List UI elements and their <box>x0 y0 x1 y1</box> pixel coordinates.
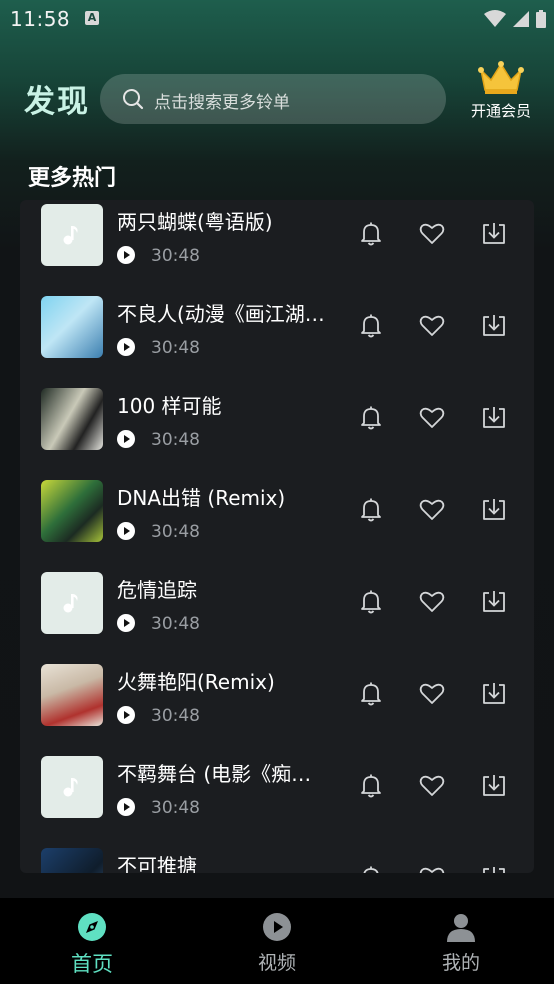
song-row[interactable]: 两只蝴蝶(粤语版) 30:48 <box>20 200 534 292</box>
album-cover <box>41 572 103 634</box>
album-cover <box>41 664 103 726</box>
music-note-icon <box>63 778 78 797</box>
download-icon[interactable] <box>479 494 509 524</box>
play-icon[interactable] <box>117 614 135 632</box>
song-duration: 30:48 <box>151 522 200 542</box>
search-bar[interactable]: 点击搜索更多铃单 <box>100 74 446 124</box>
play-icon[interactable] <box>117 430 135 448</box>
compass-icon <box>78 913 106 941</box>
album-cover <box>41 848 103 873</box>
song-row[interactable]: 不可推搪30:48 <box>20 844 534 873</box>
song-row[interactable]: 100 样可能 30:48 <box>20 384 534 476</box>
bell-icon[interactable] <box>356 494 386 524</box>
bell-icon[interactable] <box>356 862 386 873</box>
album-cover <box>41 204 103 266</box>
song-duration: 30:48 <box>151 798 200 818</box>
download-icon[interactable] <box>479 678 509 708</box>
heart-icon[interactable] <box>417 218 447 248</box>
music-note-icon <box>63 594 78 613</box>
song-duration: 30:48 <box>151 246 200 266</box>
bottom-tab-bar: 首页 视频 我的 <box>0 898 554 984</box>
notification-icon: A <box>85 11 99 25</box>
song-list[interactable]: 两只蝴蝶(粤语版) 30:48 不良人(动漫《画江湖… 30:48 100 样可能 30:… <box>20 200 534 873</box>
profile-icon <box>447 914 475 942</box>
heart-icon[interactable] <box>417 310 447 340</box>
song-duration: 30:48 <box>151 614 200 634</box>
heart-icon[interactable] <box>417 494 447 524</box>
search-icon <box>123 89 144 110</box>
song-title: DNA出错 (Remix) <box>117 486 286 510</box>
bell-icon[interactable] <box>356 678 386 708</box>
heart-icon[interactable] <box>417 586 447 616</box>
bell-icon[interactable] <box>356 402 386 432</box>
album-cover <box>41 480 103 542</box>
song-row[interactable]: 不羁舞台 (电影《痴… 30:48 <box>20 752 534 844</box>
play-icon[interactable] <box>117 798 135 816</box>
vip-label: 开通会员 <box>470 102 531 120</box>
song-duration: 30:48 <box>151 706 200 726</box>
tab-home-label: 首页 <box>71 952 113 976</box>
search-placeholder: 点击搜索更多铃单 <box>154 93 290 113</box>
download-icon[interactable] <box>479 218 509 248</box>
wifi-icon <box>484 10 506 27</box>
play-icon[interactable] <box>117 338 135 356</box>
bell-icon[interactable] <box>356 218 386 248</box>
play-icon[interactable] <box>117 246 135 264</box>
video-play-icon <box>263 913 291 941</box>
tab-video-label: 视频 <box>257 952 296 974</box>
status-time: 11:58 <box>10 7 71 31</box>
play-icon[interactable] <box>117 522 135 540</box>
song-title: 不可推搪 <box>117 854 197 873</box>
section-title: 更多热门 <box>28 166 117 191</box>
song-title: 火舞艳阳(Remix) <box>117 670 275 694</box>
vip-button[interactable]: 开通会员 <box>466 58 536 128</box>
song-row[interactable]: 危情追踪 30:48 <box>20 568 534 660</box>
tab-profile-label: 我的 <box>441 952 480 974</box>
tab-home[interactable]: 首页 <box>37 898 147 984</box>
tab-profile[interactable]: 我的 <box>406 898 516 984</box>
song-duration: 30:48 <box>151 430 200 450</box>
battery-icon <box>536 10 546 28</box>
tab-video[interactable]: 视频 <box>222 898 332 984</box>
heart-icon[interactable] <box>417 678 447 708</box>
header: 发现 点击搜索更多铃单 开通会员 <box>0 58 554 138</box>
song-title: 100 样可能 <box>117 394 222 418</box>
song-title: 不良人(动漫《画江湖… <box>117 302 325 326</box>
download-icon[interactable] <box>479 310 509 340</box>
bell-icon[interactable] <box>356 310 386 340</box>
download-icon[interactable] <box>479 862 509 873</box>
album-cover <box>41 388 103 450</box>
song-row[interactable]: 火舞艳阳(Remix) 30:48 <box>20 660 534 752</box>
bell-icon[interactable] <box>356 770 386 800</box>
song-duration: 30:48 <box>151 338 200 358</box>
page-title: 发现 <box>24 84 90 120</box>
download-icon[interactable] <box>479 402 509 432</box>
crown-icon <box>478 61 524 94</box>
download-icon[interactable] <box>479 586 509 616</box>
song-row[interactable]: DNA出错 (Remix) 30:48 <box>20 476 534 568</box>
signal-icon <box>513 11 529 27</box>
music-note-icon <box>63 226 78 245</box>
download-icon[interactable] <box>479 770 509 800</box>
song-row[interactable]: 不良人(动漫《画江湖… 30:48 <box>20 292 534 384</box>
album-cover <box>41 756 103 818</box>
song-title: 危情追踪 <box>117 578 197 602</box>
heart-icon[interactable] <box>417 402 447 432</box>
heart-icon[interactable] <box>417 862 447 873</box>
album-cover <box>41 296 103 358</box>
song-title: 两只蝴蝶(粤语版) <box>117 210 273 234</box>
heart-icon[interactable] <box>417 770 447 800</box>
song-title: 不羁舞台 (电影《痴… <box>117 762 312 786</box>
bell-icon[interactable] <box>356 586 386 616</box>
play-icon[interactable] <box>117 706 135 724</box>
status-bar: 11:58 A <box>0 0 554 40</box>
